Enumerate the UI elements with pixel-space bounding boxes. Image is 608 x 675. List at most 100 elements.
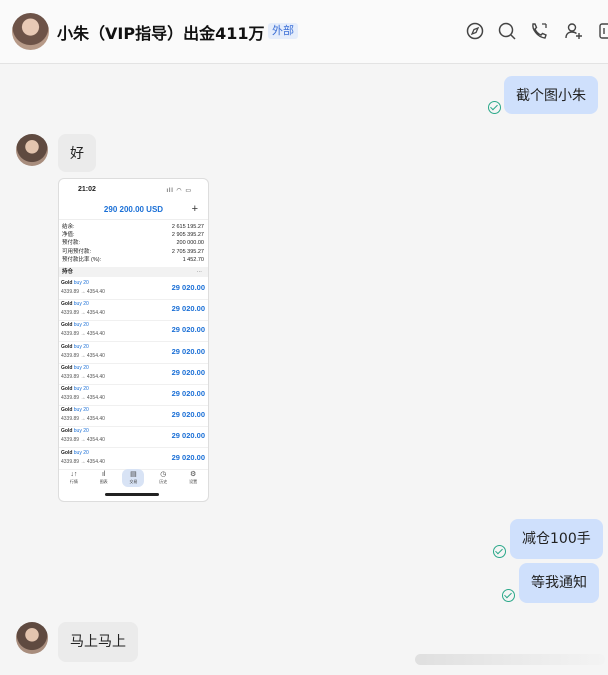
chat-title: 小朱（VIP指导）出金411万 — [57, 24, 265, 43]
tab-label: 图表 — [99, 479, 108, 484]
plus-icon: + — [191, 203, 198, 215]
trade-profit: 29 020.00 — [171, 367, 205, 377]
trade-profit: 29 020.00 — [171, 389, 205, 398]
account-value: 200 000.00 — [176, 240, 204, 247]
tab-label: 历史 — [159, 479, 168, 484]
trade-symbol: Gold buy 20 — [61, 280, 89, 286]
account-label: 预付款: — [62, 240, 81, 247]
home-indicator — [105, 493, 159, 496]
trade-price: 4339.89 → 4354.40 — [61, 458, 105, 465]
trade-row: Gold buy 20 4339.89 → 4354.40 29 020.00 — [59, 448, 208, 470]
tab-chart: ıl 图表 — [93, 469, 115, 487]
account-row: 预付款比率 (%): 1 452.70 — [62, 256, 204, 264]
account-value: 2 705 395.27 — [171, 248, 204, 255]
trade-profit: 29 020.00 — [171, 304, 205, 314]
trade-row: Gold buy 20 4339.89 → 4354.40 29 020.00 — [59, 363, 208, 385]
account-label: 可用预付款: — [62, 248, 92, 255]
read-check-icon — [488, 101, 501, 114]
trade-symbol: Gold buy 20 — [61, 450, 89, 456]
trade-price: 4339.89 → 4354.40 — [61, 331, 105, 338]
message-bubble-outgoing[interactable]: 减仓100手 — [510, 519, 603, 559]
side-text: buy 20 — [73, 407, 89, 414]
message-bubble-outgoing[interactable]: 截个图小朱 — [504, 76, 598, 114]
quotes-icon: ↓↑ — [70, 471, 78, 478]
trade-row: Gold buy 20 4339.89 → 4354.40 29 020.00 — [59, 320, 208, 343]
status-time: 21:02 — [78, 186, 96, 193]
contact-avatar[interactable] — [12, 13, 49, 50]
symbol-text: Gold — [61, 301, 73, 308]
trade-icon: ▤ — [130, 471, 137, 478]
message-bubble-outgoing[interactable]: 等我通知 — [519, 563, 599, 603]
sender-avatar[interactable] — [16, 134, 48, 166]
tab-label: 行情 — [69, 479, 78, 484]
trade-profit: 29 020.00 — [171, 410, 205, 420]
trade-symbol: Gold buy 20 — [61, 407, 89, 413]
trade-price: 4339.89 → 4354.40 — [61, 310, 105, 317]
trade-symbol: Gold buy 20 — [61, 386, 89, 392]
trade-price: 4339.89 → 4354.40 — [61, 395, 105, 401]
chart-icon: ıl — [101, 471, 106, 478]
more-icon[interactable] — [596, 20, 608, 42]
trade-profit: 29 020.00 — [171, 452, 205, 462]
trade-row: Gold buy 20 4339.89 → 4354.40 29 020.00 — [59, 384, 208, 406]
account-value: 2 905 395.27 — [171, 232, 204, 239]
horizontal-scrollbar[interactable] — [415, 654, 605, 665]
tab-trade: ▤ 交易 — [122, 469, 145, 487]
trade-profit: 29 020.00 — [171, 346, 205, 356]
account-row: 预付款: 200 000.00 — [62, 239, 204, 247]
side-text: buy 20 — [73, 343, 89, 350]
symbol-text: Gold — [61, 407, 73, 414]
compass-icon[interactable] — [464, 20, 486, 42]
side-text: buy 20 — [73, 449, 89, 456]
read-check-icon — [502, 589, 515, 602]
trade-symbol: Gold buy 20 — [61, 344, 89, 350]
sender-avatar[interactable] — [16, 622, 48, 654]
trade-profit: 29 020.00 — [171, 283, 205, 292]
image-message[interactable]: 21:02 ıll ◠ ▭ 290 200.00 USD + 结余: 2 615 … — [58, 178, 209, 502]
tab-label: 交易 — [129, 479, 138, 484]
trade-symbol: Gold buy 20 — [61, 322, 89, 328]
symbol-text: Gold — [61, 386, 73, 392]
trade-price: 4339.89 → 4354.40 — [61, 416, 105, 423]
trade-row: Gold buy 20 4339.89 → 4354.40 29 020.00 — [59, 278, 208, 300]
message-bubble-incoming[interactable]: 好 — [58, 134, 96, 172]
symbol-text: Gold — [61, 449, 73, 456]
trade-profit: 29 020.00 — [171, 325, 205, 335]
account-label: 净值: — [62, 232, 75, 239]
symbol-text: Gold — [61, 322, 73, 329]
divider — [59, 219, 208, 220]
symbol-text: Gold — [61, 343, 73, 350]
trade-price: 4339.89 → 4354.40 — [61, 289, 105, 295]
trade-price: 4339.89 → 4354.40 — [61, 352, 105, 359]
trade-row: Gold buy 20 4339.89 → 4354.40 29 020.00 — [59, 405, 208, 428]
positions-label: 持仓 — [62, 269, 74, 275]
account-summary: 结余: 2 615 195.27 净值: 2 905 395.27 预付款: 200 … — [62, 223, 204, 264]
trade-price: 4339.89 → 4354.40 — [61, 373, 105, 380]
tab-settings: ⚙ 设置 — [182, 469, 204, 487]
trade-row: Gold buy 20 4339.89 → 4354.40 29 020.00 — [59, 342, 208, 364]
phone-icon[interactable] — [528, 20, 550, 42]
signal-wifi-battery-icon: ıll ◠ ▭ — [166, 188, 192, 194]
trade-symbol: Gold buy 20 — [61, 428, 89, 434]
balance-header: 290 200.00 USD — [103, 205, 164, 214]
trade-price: 4339.89 → 4354.40 — [61, 437, 105, 444]
add-user-icon[interactable] — [563, 20, 585, 42]
message-bubble-incoming[interactable]: 马上马上 — [58, 622, 138, 662]
chat-header: 小朱（VIP指导）出金411万 外部 — [0, 0, 608, 64]
side-text: buy 20 — [73, 364, 89, 371]
side-text: buy 20 — [73, 280, 89, 286]
tab-history: ◷ 历史 — [152, 469, 174, 487]
tab-quotes: ↓↑ 行情 — [63, 469, 85, 487]
bottom-tabbar: ↓↑ 行情 ıl 图表 ▤ 交易 ◷ 历史 ⚙ 设置 — [59, 469, 208, 489]
side-text: buy 20 — [73, 301, 89, 308]
trade-row: Gold buy 20 4339.89 → 4354.40 29 020.00 — [59, 426, 208, 449]
chat-search-icon[interactable] — [496, 20, 518, 42]
symbol-text: Gold — [61, 364, 73, 371]
account-row: 结余: 2 615 195.27 — [62, 223, 204, 231]
symbol-text: Gold — [61, 280, 73, 286]
side-text: buy 20 — [73, 428, 89, 435]
settings-icon: ⚙ — [189, 471, 197, 478]
tab-label: 设置 — [189, 479, 198, 484]
account-row: 可用预付款: 2 705 395.27 — [62, 248, 204, 256]
trade-row: Gold buy 20 4339.89 → 4354.40 29 020.00 — [59, 299, 208, 322]
